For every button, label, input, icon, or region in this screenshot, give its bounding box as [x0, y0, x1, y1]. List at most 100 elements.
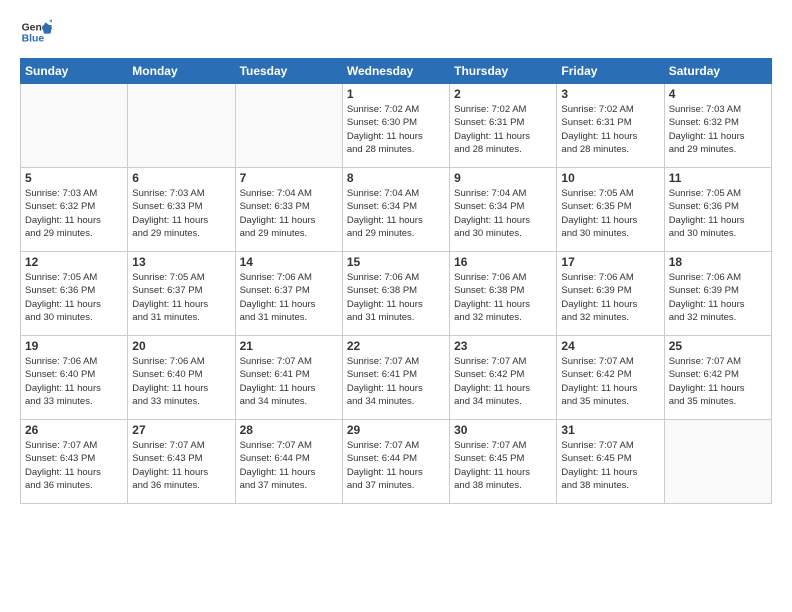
- weekday-header-monday: Monday: [128, 59, 235, 84]
- calendar-cell: 24 Sunrise: 7:07 AMSunset: 6:42 PMDayligh…: [557, 336, 664, 420]
- day-info: Sunrise: 7:03 AMSunset: 6:32 PMDaylight:…: [669, 103, 767, 156]
- weekday-header-row: SundayMondayTuesdayWednesdayThursdayFrid…: [21, 59, 772, 84]
- day-info: Sunrise: 7:07 AMSunset: 6:41 PMDaylight:…: [347, 355, 445, 408]
- day-number: 21: [240, 339, 338, 353]
- day-number: 12: [25, 255, 123, 269]
- day-info: Sunrise: 7:07 AMSunset: 6:42 PMDaylight:…: [669, 355, 767, 408]
- day-number: 6: [132, 171, 230, 185]
- day-info: Sunrise: 7:07 AMSunset: 6:42 PMDaylight:…: [454, 355, 552, 408]
- calendar-cell: 9 Sunrise: 7:04 AMSunset: 6:34 PMDaylight…: [450, 168, 557, 252]
- day-info: Sunrise: 7:02 AMSunset: 6:31 PMDaylight:…: [561, 103, 659, 156]
- weekday-header-saturday: Saturday: [664, 59, 771, 84]
- calendar-cell: 4 Sunrise: 7:03 AMSunset: 6:32 PMDaylight…: [664, 84, 771, 168]
- calendar-cell: 25 Sunrise: 7:07 AMSunset: 6:42 PMDayligh…: [664, 336, 771, 420]
- day-info: Sunrise: 7:04 AMSunset: 6:33 PMDaylight:…: [240, 187, 338, 240]
- day-info: Sunrise: 7:06 AMSunset: 6:40 PMDaylight:…: [132, 355, 230, 408]
- calendar-cell: 21 Sunrise: 7:07 AMSunset: 6:41 PMDayligh…: [235, 336, 342, 420]
- calendar-cell: 15 Sunrise: 7:06 AMSunset: 6:38 PMDayligh…: [342, 252, 449, 336]
- day-info: Sunrise: 7:07 AMSunset: 6:43 PMDaylight:…: [132, 439, 230, 492]
- calendar-cell: 7 Sunrise: 7:04 AMSunset: 6:33 PMDaylight…: [235, 168, 342, 252]
- calendar-cell: 6Sunrise: 7:03 AMSunset: 6:33 PMDaylight…: [128, 168, 235, 252]
- day-info: Sunrise: 7:07 AMSunset: 6:45 PMDaylight:…: [561, 439, 659, 492]
- day-info: Sunrise: 7:03 AMSunset: 6:32 PMDaylight:…: [25, 187, 123, 240]
- calendar-cell: 29 Sunrise: 7:07 AMSunset: 6:44 PMDayligh…: [342, 420, 449, 504]
- day-info: Sunrise: 7:05 AMSunset: 6:37 PMDaylight:…: [132, 271, 230, 324]
- page: General Blue SundayMondayTuesdayWednesda…: [0, 0, 792, 612]
- day-info: Sunrise: 7:06 AMSunset: 6:39 PMDaylight:…: [669, 271, 767, 324]
- calendar-cell: 2Sunrise: 7:02 AMSunset: 6:31 PMDaylight…: [450, 84, 557, 168]
- day-info: Sunrise: 7:04 AMSunset: 6:34 PMDaylight:…: [454, 187, 552, 240]
- day-info: Sunrise: 7:06 AMSunset: 6:38 PMDaylight:…: [347, 271, 445, 324]
- calendar-cell: 13 Sunrise: 7:05 AMSunset: 6:37 PMDayligh…: [128, 252, 235, 336]
- day-info: Sunrise: 7:06 AMSunset: 6:37 PMDaylight:…: [240, 271, 338, 324]
- day-number: 9: [454, 171, 552, 185]
- day-info: Sunrise: 7:05 AMSunset: 6:35 PMDaylight:…: [561, 187, 659, 240]
- weekday-header-sunday: Sunday: [21, 59, 128, 84]
- day-number: 2: [454, 87, 552, 101]
- day-number: 11: [669, 171, 767, 185]
- day-info: Sunrise: 7:07 AMSunset: 6:44 PMDaylight:…: [240, 439, 338, 492]
- day-number: 24: [561, 339, 659, 353]
- day-number: 29: [347, 423, 445, 437]
- day-number: 25: [669, 339, 767, 353]
- calendar-cell: 30 Sunrise: 7:07 AMSunset: 6:45 PMDayligh…: [450, 420, 557, 504]
- week-row-1: 1Sunrise: 7:02 AMSunset: 6:30 PMDaylight…: [21, 84, 772, 168]
- weekday-header-thursday: Thursday: [450, 59, 557, 84]
- day-number: 30: [454, 423, 552, 437]
- day-info: Sunrise: 7:07 AMSunset: 6:44 PMDaylight:…: [347, 439, 445, 492]
- calendar-cell: 1Sunrise: 7:02 AMSunset: 6:30 PMDaylight…: [342, 84, 449, 168]
- day-number: 18: [669, 255, 767, 269]
- weekday-header-wednesday: Wednesday: [342, 59, 449, 84]
- calendar-cell: 19 Sunrise: 7:06 AMSunset: 6:40 PMDayligh…: [21, 336, 128, 420]
- weekday-header-tuesday: Tuesday: [235, 59, 342, 84]
- day-number: 8: [347, 171, 445, 185]
- day-number: 17: [561, 255, 659, 269]
- day-info: Sunrise: 7:07 AMSunset: 6:41 PMDaylight:…: [240, 355, 338, 408]
- week-row-2: 5 Sunrise: 7:03 AMSunset: 6:32 PMDaylight…: [21, 168, 772, 252]
- day-number: 20: [132, 339, 230, 353]
- calendar-cell: 31Sunrise: 7:07 AMSunset: 6:45 PMDayligh…: [557, 420, 664, 504]
- header: General Blue: [20, 16, 772, 48]
- calendar-cell: 20 Sunrise: 7:06 AMSunset: 6:40 PMDayligh…: [128, 336, 235, 420]
- day-info: Sunrise: 7:07 AMSunset: 6:45 PMDaylight:…: [454, 439, 552, 492]
- day-number: 5: [25, 171, 123, 185]
- calendar-cell: 3 Sunrise: 7:02 AMSunset: 6:31 PMDaylight…: [557, 84, 664, 168]
- logo-icon: General Blue: [20, 16, 52, 48]
- day-info: Sunrise: 7:07 AMSunset: 6:43 PMDaylight:…: [25, 439, 123, 492]
- calendar-cell: 11Sunrise: 7:05 AMSunset: 6:36 PMDayligh…: [664, 168, 771, 252]
- calendar-cell: 17 Sunrise: 7:06 AMSunset: 6:39 PMDayligh…: [557, 252, 664, 336]
- day-number: 23: [454, 339, 552, 353]
- day-number: 19: [25, 339, 123, 353]
- calendar-cell: [21, 84, 128, 168]
- day-number: 13: [132, 255, 230, 269]
- day-info: Sunrise: 7:06 AMSunset: 6:39 PMDaylight:…: [561, 271, 659, 324]
- calendar-cell: [128, 84, 235, 168]
- calendar-cell: 10 Sunrise: 7:05 AMSunset: 6:35 PMDayligh…: [557, 168, 664, 252]
- calendar-cell: 28 Sunrise: 7:07 AMSunset: 6:44 PMDayligh…: [235, 420, 342, 504]
- calendar: SundayMondayTuesdayWednesdayThursdayFrid…: [20, 58, 772, 504]
- week-row-3: 12 Sunrise: 7:05 AMSunset: 6:36 PMDayligh…: [21, 252, 772, 336]
- day-number: 4: [669, 87, 767, 101]
- weekday-header-friday: Friday: [557, 59, 664, 84]
- day-number: 3: [561, 87, 659, 101]
- calendar-cell: 16Sunrise: 7:06 AMSunset: 6:38 PMDayligh…: [450, 252, 557, 336]
- calendar-cell: 5 Sunrise: 7:03 AMSunset: 6:32 PMDaylight…: [21, 168, 128, 252]
- day-number: 26: [25, 423, 123, 437]
- day-info: Sunrise: 7:07 AMSunset: 6:42 PMDaylight:…: [561, 355, 659, 408]
- day-number: 22: [347, 339, 445, 353]
- day-number: 27: [132, 423, 230, 437]
- day-info: Sunrise: 7:05 AMSunset: 6:36 PMDaylight:…: [25, 271, 123, 324]
- day-number: 10: [561, 171, 659, 185]
- calendar-cell: [235, 84, 342, 168]
- calendar-cell: 27 Sunrise: 7:07 AMSunset: 6:43 PMDayligh…: [128, 420, 235, 504]
- calendar-cell: 18 Sunrise: 7:06 AMSunset: 6:39 PMDayligh…: [664, 252, 771, 336]
- day-number: 15: [347, 255, 445, 269]
- day-info: Sunrise: 7:06 AMSunset: 6:40 PMDaylight:…: [25, 355, 123, 408]
- day-number: 28: [240, 423, 338, 437]
- day-number: 7: [240, 171, 338, 185]
- day-number: 1: [347, 87, 445, 101]
- week-row-4: 19 Sunrise: 7:06 AMSunset: 6:40 PMDayligh…: [21, 336, 772, 420]
- calendar-cell: 26 Sunrise: 7:07 AMSunset: 6:43 PMDayligh…: [21, 420, 128, 504]
- calendar-cell: 12 Sunrise: 7:05 AMSunset: 6:36 PMDayligh…: [21, 252, 128, 336]
- calendar-cell: 22 Sunrise: 7:07 AMSunset: 6:41 PMDayligh…: [342, 336, 449, 420]
